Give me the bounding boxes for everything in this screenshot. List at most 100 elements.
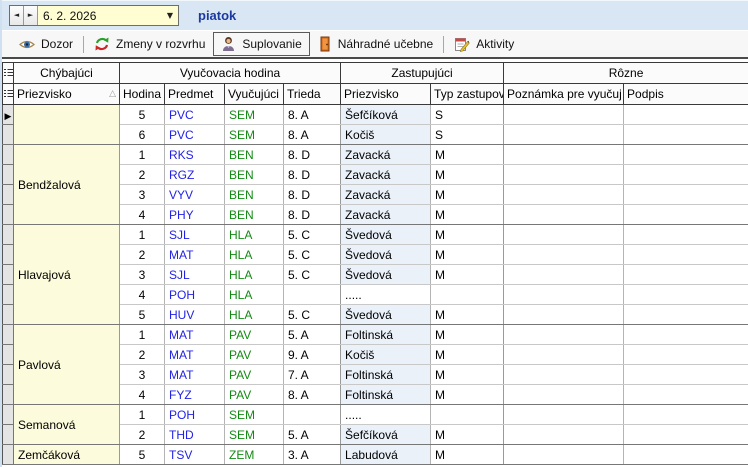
cell-poznamka[interactable] bbox=[504, 325, 624, 345]
cell-podpis[interactable] bbox=[624, 445, 748, 465]
cell-hodina[interactable]: 4 bbox=[120, 285, 165, 305]
cell-vyucujuci[interactable]: BEN bbox=[225, 205, 284, 225]
cell-trieda[interactable]: 5. A bbox=[284, 425, 341, 445]
cell-trieda[interactable]: 7. A bbox=[284, 365, 341, 385]
cell-vyucujuci[interactable]: SEM bbox=[225, 405, 284, 425]
cell-predmet[interactable]: FYZ bbox=[165, 385, 225, 405]
cell-vyucujuci[interactable]: HLA bbox=[225, 305, 284, 325]
tab-nahradne-ucebne[interactable]: Náhradné učebne bbox=[310, 32, 441, 56]
cell-trieda[interactable]: 8. D bbox=[284, 145, 341, 165]
cell-predmet[interactable]: PVC bbox=[165, 105, 225, 125]
cell-hodina[interactable]: 5 bbox=[120, 305, 165, 325]
cell-poznamka[interactable] bbox=[504, 425, 624, 445]
cell-poznamka[interactable] bbox=[504, 405, 624, 425]
cell-vyucujuci[interactable]: PAV bbox=[225, 365, 284, 385]
cell-typ[interactable] bbox=[431, 405, 504, 425]
cell-vyucujuci[interactable]: BEN bbox=[225, 145, 284, 165]
cell-predmet[interactable]: PVC bbox=[165, 125, 225, 145]
group-header-chybajuci[interactable]: Chýbajúci bbox=[14, 63, 120, 84]
cell-vyucujuci[interactable]: HLA bbox=[225, 285, 284, 305]
cell-vyucujuci[interactable]: SEM bbox=[225, 425, 284, 445]
cell-poznamka[interactable] bbox=[504, 285, 624, 305]
cell-hodina[interactable]: 2 bbox=[120, 245, 165, 265]
cell-trieda[interactable]: 8. A bbox=[284, 125, 341, 145]
cell-zastupujuci[interactable]: Šefčíková bbox=[341, 105, 431, 125]
row-selector-cell[interactable] bbox=[3, 405, 14, 425]
cell-zastupujuci[interactable]: Zavacká bbox=[341, 165, 431, 185]
cell-zastupujuci[interactable]: Zavacká bbox=[341, 185, 431, 205]
cell-zastupujuci[interactable]: Foltinská bbox=[341, 365, 431, 385]
cell-podpis[interactable] bbox=[624, 145, 748, 165]
cell-typ[interactable]: S bbox=[431, 105, 504, 125]
cell-hodina[interactable]: 5 bbox=[120, 105, 165, 125]
cell-podpis[interactable] bbox=[624, 265, 748, 285]
cell-predmet[interactable]: POH bbox=[165, 285, 225, 305]
column-header-trieda[interactable]: Trieda bbox=[284, 84, 341, 105]
cell-predmet[interactable]: PHY bbox=[165, 205, 225, 225]
cell-zastupujuci[interactable]: ..... bbox=[341, 285, 431, 305]
cell-trieda[interactable]: 8. D bbox=[284, 165, 341, 185]
absent-teacher-cell[interactable]: Zemčáková bbox=[14, 445, 120, 465]
date-dropdown[interactable]: 6. 2. 2026 ▼ bbox=[38, 6, 178, 25]
row-selector-cell[interactable] bbox=[3, 445, 14, 465]
cell-vyucujuci[interactable]: SEM bbox=[225, 125, 284, 145]
cell-hodina[interactable]: 3 bbox=[120, 365, 165, 385]
cell-poznamka[interactable] bbox=[504, 305, 624, 325]
cell-trieda[interactable]: 3. A bbox=[284, 445, 341, 465]
cell-podpis[interactable] bbox=[624, 185, 748, 205]
cell-vyucujuci[interactable]: PAV bbox=[225, 385, 284, 405]
cell-typ[interactable]: M bbox=[431, 245, 504, 265]
cell-typ[interactable]: M bbox=[431, 445, 504, 465]
cell-poznamka[interactable] bbox=[504, 245, 624, 265]
cell-podpis[interactable] bbox=[624, 165, 748, 185]
cell-predmet[interactable]: MAT bbox=[165, 365, 225, 385]
row-selector-cell[interactable] bbox=[3, 425, 14, 445]
tab-suplovanie[interactable]: Suplovanie bbox=[213, 32, 309, 56]
cell-trieda[interactable]: 8. A bbox=[284, 385, 341, 405]
column-header-typ-zastupovania[interactable]: Typ zastupov bbox=[431, 84, 504, 105]
cell-predmet[interactable]: RKS bbox=[165, 145, 225, 165]
cell-poznamka[interactable] bbox=[504, 225, 624, 245]
cell-zastupujuci[interactable]: Foltinská bbox=[341, 385, 431, 405]
cell-trieda[interactable] bbox=[284, 285, 341, 305]
cell-poznamka[interactable] bbox=[504, 145, 624, 165]
row-selector-cell[interactable]: ▶ bbox=[3, 105, 14, 125]
tab-aktivity[interactable]: Aktivity bbox=[446, 32, 522, 56]
cell-podpis[interactable] bbox=[624, 305, 748, 325]
cell-poznamka[interactable] bbox=[504, 265, 624, 285]
cell-zastupujuci[interactable]: Švedová bbox=[341, 265, 431, 285]
cell-hodina[interactable]: 3 bbox=[120, 265, 165, 285]
row-selector-cell[interactable] bbox=[3, 245, 14, 265]
absent-teacher-cell[interactable] bbox=[14, 105, 120, 145]
cell-podpis[interactable] bbox=[624, 365, 748, 385]
cell-vyucujuci[interactable]: BEN bbox=[225, 165, 284, 185]
grid-properties-icon[interactable] bbox=[3, 63, 14, 84]
cell-poznamka[interactable] bbox=[504, 205, 624, 225]
cell-zastupujuci[interactable]: Švedová bbox=[341, 245, 431, 265]
cell-predmet[interactable]: HUV bbox=[165, 305, 225, 325]
cell-typ[interactable]: M bbox=[431, 185, 504, 205]
cell-hodina[interactable]: 5 bbox=[120, 445, 165, 465]
row-selector-cell[interactable] bbox=[3, 285, 14, 305]
cell-predmet[interactable]: MAT bbox=[165, 345, 225, 365]
cell-podpis[interactable] bbox=[624, 225, 748, 245]
cell-podpis[interactable] bbox=[624, 385, 748, 405]
cell-typ[interactable]: M bbox=[431, 365, 504, 385]
cell-trieda[interactable]: 5. C bbox=[284, 225, 341, 245]
cell-hodina[interactable]: 2 bbox=[120, 345, 165, 365]
cell-predmet[interactable]: TSV bbox=[165, 445, 225, 465]
group-header-rozne[interactable]: Rôzne bbox=[504, 63, 748, 84]
absent-teacher-cell[interactable]: Pavlová bbox=[14, 325, 120, 405]
cell-zastupujuci[interactable]: ..... bbox=[341, 405, 431, 425]
column-header-podpis[interactable]: Podpis bbox=[624, 84, 748, 105]
row-selector-cell[interactable] bbox=[3, 365, 14, 385]
cell-vyucujuci[interactable]: ZEM bbox=[225, 445, 284, 465]
cell-typ[interactable]: M bbox=[431, 345, 504, 365]
cell-typ[interactable] bbox=[431, 285, 504, 305]
cell-typ[interactable]: M bbox=[431, 305, 504, 325]
cell-typ[interactable]: M bbox=[431, 145, 504, 165]
row-selector-cell[interactable] bbox=[3, 225, 14, 245]
cell-typ[interactable]: M bbox=[431, 425, 504, 445]
group-header-zastupujuci[interactable]: Zastupujúci bbox=[341, 63, 504, 84]
cell-podpis[interactable] bbox=[624, 425, 748, 445]
